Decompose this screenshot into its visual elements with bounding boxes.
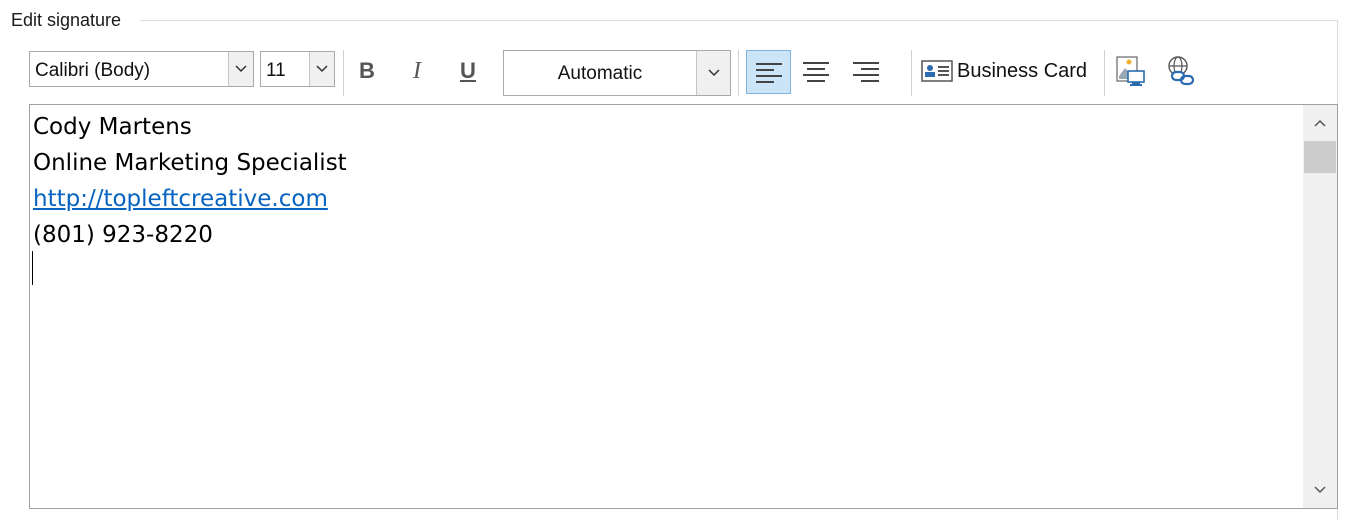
business-card-button[interactable]: Business Card bbox=[919, 50, 1091, 92]
italic-button[interactable]: I bbox=[401, 50, 433, 92]
insert-hyperlink-button[interactable] bbox=[1162, 50, 1200, 92]
insert-picture-icon bbox=[1116, 56, 1145, 86]
group-border-top bbox=[140, 20, 1338, 21]
signature-content[interactable]: Cody Martens Online Marketing Specialist… bbox=[33, 109, 347, 253]
chevron-down-icon[interactable] bbox=[228, 52, 253, 86]
text-caret bbox=[32, 251, 33, 285]
group-title: Edit signature bbox=[11, 10, 128, 31]
insert-picture-button[interactable] bbox=[1112, 50, 1148, 92]
chevron-down-icon[interactable] bbox=[309, 52, 334, 86]
chevron-up-icon bbox=[1314, 119, 1326, 127]
signature-title: Online Marketing Specialist bbox=[33, 150, 347, 176]
insert-hyperlink-icon bbox=[1168, 56, 1195, 86]
bold-icon: B bbox=[359, 58, 375, 83]
underline-icon: U bbox=[460, 58, 476, 83]
font-color-select[interactable]: Automatic bbox=[503, 50, 731, 96]
align-left-icon bbox=[755, 63, 782, 83]
signature-line-title: Online Marketing Specialist bbox=[33, 145, 347, 181]
toolbar-separator bbox=[1104, 50, 1105, 96]
signature-line-name: Cody Martens bbox=[33, 109, 347, 145]
signature-editor[interactable]: Cody Martens Online Marketing Specialist… bbox=[29, 104, 1338, 509]
group-title-text: Edit signature bbox=[11, 10, 122, 30]
signature-line-link: http://topleftcreative.com bbox=[33, 181, 347, 217]
chevron-down-icon bbox=[1314, 486, 1326, 494]
font-size-value: 11 bbox=[266, 60, 286, 81]
align-left-button[interactable] bbox=[746, 50, 791, 94]
toolbar-separator bbox=[911, 50, 912, 96]
toolbar-separator bbox=[738, 50, 739, 96]
scroll-up-button[interactable] bbox=[1303, 105, 1337, 141]
italic-icon: I bbox=[413, 57, 421, 84]
toolbar-separator bbox=[343, 50, 344, 96]
align-right-icon bbox=[853, 62, 879, 82]
bold-button[interactable]: B bbox=[351, 50, 383, 92]
font-name-select[interactable]: Calibri (Body) bbox=[29, 51, 254, 87]
signature-phone: (801) 923-8220 bbox=[33, 222, 213, 248]
scroll-down-button[interactable] bbox=[1303, 472, 1337, 508]
signature-website-link[interactable]: http://topleftcreative.com bbox=[33, 186, 328, 212]
underline-button[interactable]: U bbox=[452, 50, 484, 92]
vertical-scrollbar[interactable] bbox=[1303, 105, 1337, 508]
business-card-label: Business Card bbox=[957, 59, 1088, 82]
align-right-button[interactable] bbox=[845, 50, 887, 92]
align-center-button[interactable] bbox=[795, 50, 837, 92]
signature-line-phone: (801) 923-8220 bbox=[33, 217, 347, 253]
align-center-icon bbox=[803, 62, 829, 82]
font-size-select[interactable]: 11 bbox=[260, 51, 335, 87]
business-card-icon bbox=[921, 60, 953, 82]
font-color-value: Automatic bbox=[557, 63, 643, 84]
signature-name: Cody Martens bbox=[33, 114, 192, 140]
chevron-down-icon[interactable] bbox=[696, 51, 730, 95]
scroll-thumb[interactable] bbox=[1304, 141, 1336, 173]
font-name-value: Calibri (Body) bbox=[35, 60, 151, 81]
